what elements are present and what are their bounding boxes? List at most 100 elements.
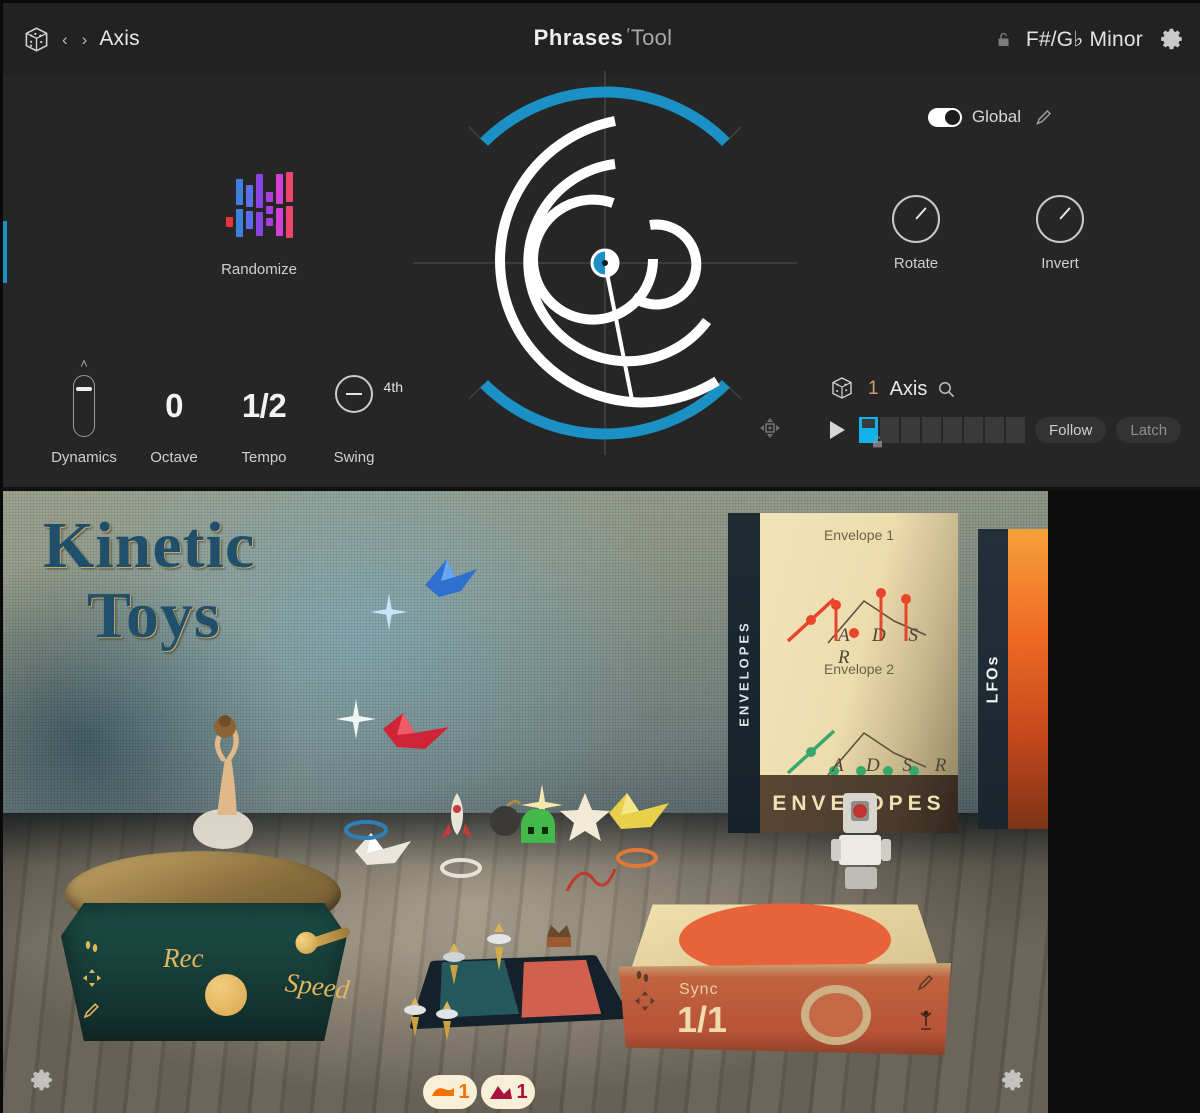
swing-label: Swing <box>333 449 375 466</box>
move-icon[interactable] <box>83 969 101 987</box>
knob-invert[interactable]: Invert <box>1016 195 1104 272</box>
toy-star <box>560 793 610 841</box>
lfo-badge-icon <box>432 1087 455 1096</box>
move-icon[interactable] <box>635 991 655 1011</box>
play-icon[interactable] <box>830 421 845 439</box>
chevron-up-icon[interactable]: ˄ <box>43 357 125 371</box>
envelope-2-title: Envelope 2 <box>823 661 895 677</box>
swing-dial[interactable] <box>335 375 373 413</box>
phrase-name[interactable]: Axis <box>890 378 928 401</box>
toy-box-front <box>619 963 951 1055</box>
spinning-top <box>443 943 465 985</box>
lfos-box: LFOs <box>978 529 1048 829</box>
phrase-slot[interactable] <box>1006 417 1025 443</box>
param-dynamics[interactable]: ˄ Dynamics <box>43 357 125 466</box>
envelopes-box: ENVELOPES Envelope 1 A D S R Envelope 2 <box>728 513 958 833</box>
pencil-icon[interactable] <box>917 973 935 991</box>
search-icon[interactable] <box>938 381 955 398</box>
latch-button[interactable]: Latch <box>1116 417 1182 443</box>
title-tick: ′ <box>626 25 630 45</box>
origami-crane-red-icon <box>383 713 449 749</box>
toy-ring-blue <box>344 820 388 840</box>
dynamics-label: Dynamics <box>51 449 117 466</box>
lfos-face <box>1008 529 1048 829</box>
sync-dial[interactable] <box>801 985 871 1045</box>
origami-crane-yellow-icon <box>609 793 669 829</box>
move-icon[interactable] <box>759 417 781 439</box>
spinning-top <box>487 923 511 971</box>
pencil-icon[interactable] <box>1035 109 1052 126</box>
sync-label: Sync <box>679 981 719 998</box>
swing-subdivision[interactable]: 4th <box>384 379 403 395</box>
envelope-2-adsr: A D S R <box>832 755 956 776</box>
phrase-browser: 1 Axis Follow Latch <box>830 373 1182 448</box>
next-preset-arrow[interactable]: › <box>82 31 88 48</box>
octave-label: Octave <box>150 449 198 466</box>
phrase-slot[interactable] <box>901 417 920 443</box>
title-secondary: Tool <box>630 25 673 50</box>
invert-knob-dial[interactable] <box>1036 195 1084 243</box>
phrase-slot[interactable] <box>922 417 941 443</box>
prev-preset-arrow[interactable]: ‹ <box>62 31 68 48</box>
dynamics-slider[interactable] <box>73 375 95 437</box>
spinning-top <box>436 1001 458 1041</box>
follow-button[interactable]: Follow <box>1035 417 1107 443</box>
octave-value[interactable]: 0 <box>165 387 183 424</box>
toy-ring-white <box>440 858 482 878</box>
product-logo: Kinetic Toys <box>43 513 255 649</box>
param-octave[interactable]: 0 Octave <box>133 375 215 466</box>
phrase-slot[interactable] <box>943 417 962 443</box>
gear-icon[interactable] <box>1159 26 1185 52</box>
gear-icon[interactable] <box>1000 1067 1026 1093</box>
global-toggle-row: Global <box>927 107 1052 127</box>
tempo-label: Tempo <box>241 449 287 466</box>
spinning-top <box>404 997 426 1037</box>
logo-line-2: Toys <box>87 579 221 652</box>
footprints-icon <box>636 971 649 982</box>
knob-rotate[interactable]: Rotate <box>872 195 960 272</box>
randomize-label: Randomize <box>221 261 297 278</box>
pencil-icon[interactable] <box>83 1001 101 1019</box>
sync-toy-box: Sync 1/1 <box>611 863 951 1063</box>
dice-icon[interactable] <box>23 26 50 53</box>
music-box-icon-strip <box>83 939 101 1019</box>
global-toggle[interactable] <box>927 107 962 127</box>
sync-value[interactable]: 1/1 <box>677 999 727 1041</box>
lfos-spine-label: LFOs <box>984 654 1002 704</box>
footprints-icon <box>85 941 98 952</box>
rec-label: Rec <box>163 943 204 973</box>
spinning-top <box>547 925 571 947</box>
origami-crane-blue-icon <box>425 559 477 597</box>
param-tempo[interactable]: 1/2 Tempo <box>223 375 305 466</box>
dice-icon[interactable] <box>830 376 857 403</box>
title-primary: Phrases <box>533 25 624 50</box>
envelopes-spine: ENVELOPES <box>728 513 760 833</box>
kinetic-toys-artwork: Kinetic Toys Rec Speed ENVELOPES Envelop… <box>0 491 1048 1113</box>
randomize-control[interactable]: Randomize <box>203 163 315 278</box>
rotate-knob-dial[interactable] <box>892 195 940 243</box>
invert-label: Invert <box>1041 255 1079 272</box>
phrase-slot[interactable] <box>985 417 1004 443</box>
envelope-badge[interactable]: 1 <box>481 1075 535 1109</box>
param-swing[interactable]: 4th Swing <box>313 363 403 466</box>
axis-spiral-display[interactable] <box>407 65 803 461</box>
logo-line-1: Kinetic <box>43 509 256 582</box>
lfo-badge[interactable]: 1 <box>423 1075 477 1109</box>
lock-icon[interactable] <box>997 32 1010 47</box>
tempo-value[interactable]: 1/2 <box>242 387 287 424</box>
phrase-slot[interactable] <box>964 417 983 443</box>
lfos-spine: LFOs <box>978 529 1008 829</box>
gear-icon[interactable] <box>29 1067 55 1093</box>
lock-icon[interactable] <box>872 435 884 448</box>
performance-params: ˄ Dynamics 0 Octave 1/2 Tempo 4th Swing <box>43 357 403 466</box>
preset-name[interactable]: Axis <box>99 27 139 51</box>
transform-knobs: Rotate Invert <box>872 195 1104 272</box>
global-label: Global <box>971 107 1021 126</box>
panel-left-accent <box>3 221 7 283</box>
key-signature[interactable]: F#/G♭ Minor <box>1026 27 1143 52</box>
status-badges: 1 1 <box>423 1075 535 1109</box>
envelope-badge-count: 1 <box>516 1080 528 1103</box>
music-box-toy: Rec Speed <box>55 851 355 1091</box>
phrases-tool-panel: ‹ › Axis Phrases ′Tool F#/G♭ Minor Globa… <box>0 0 1200 491</box>
rec-knob[interactable] <box>205 974 247 1016</box>
